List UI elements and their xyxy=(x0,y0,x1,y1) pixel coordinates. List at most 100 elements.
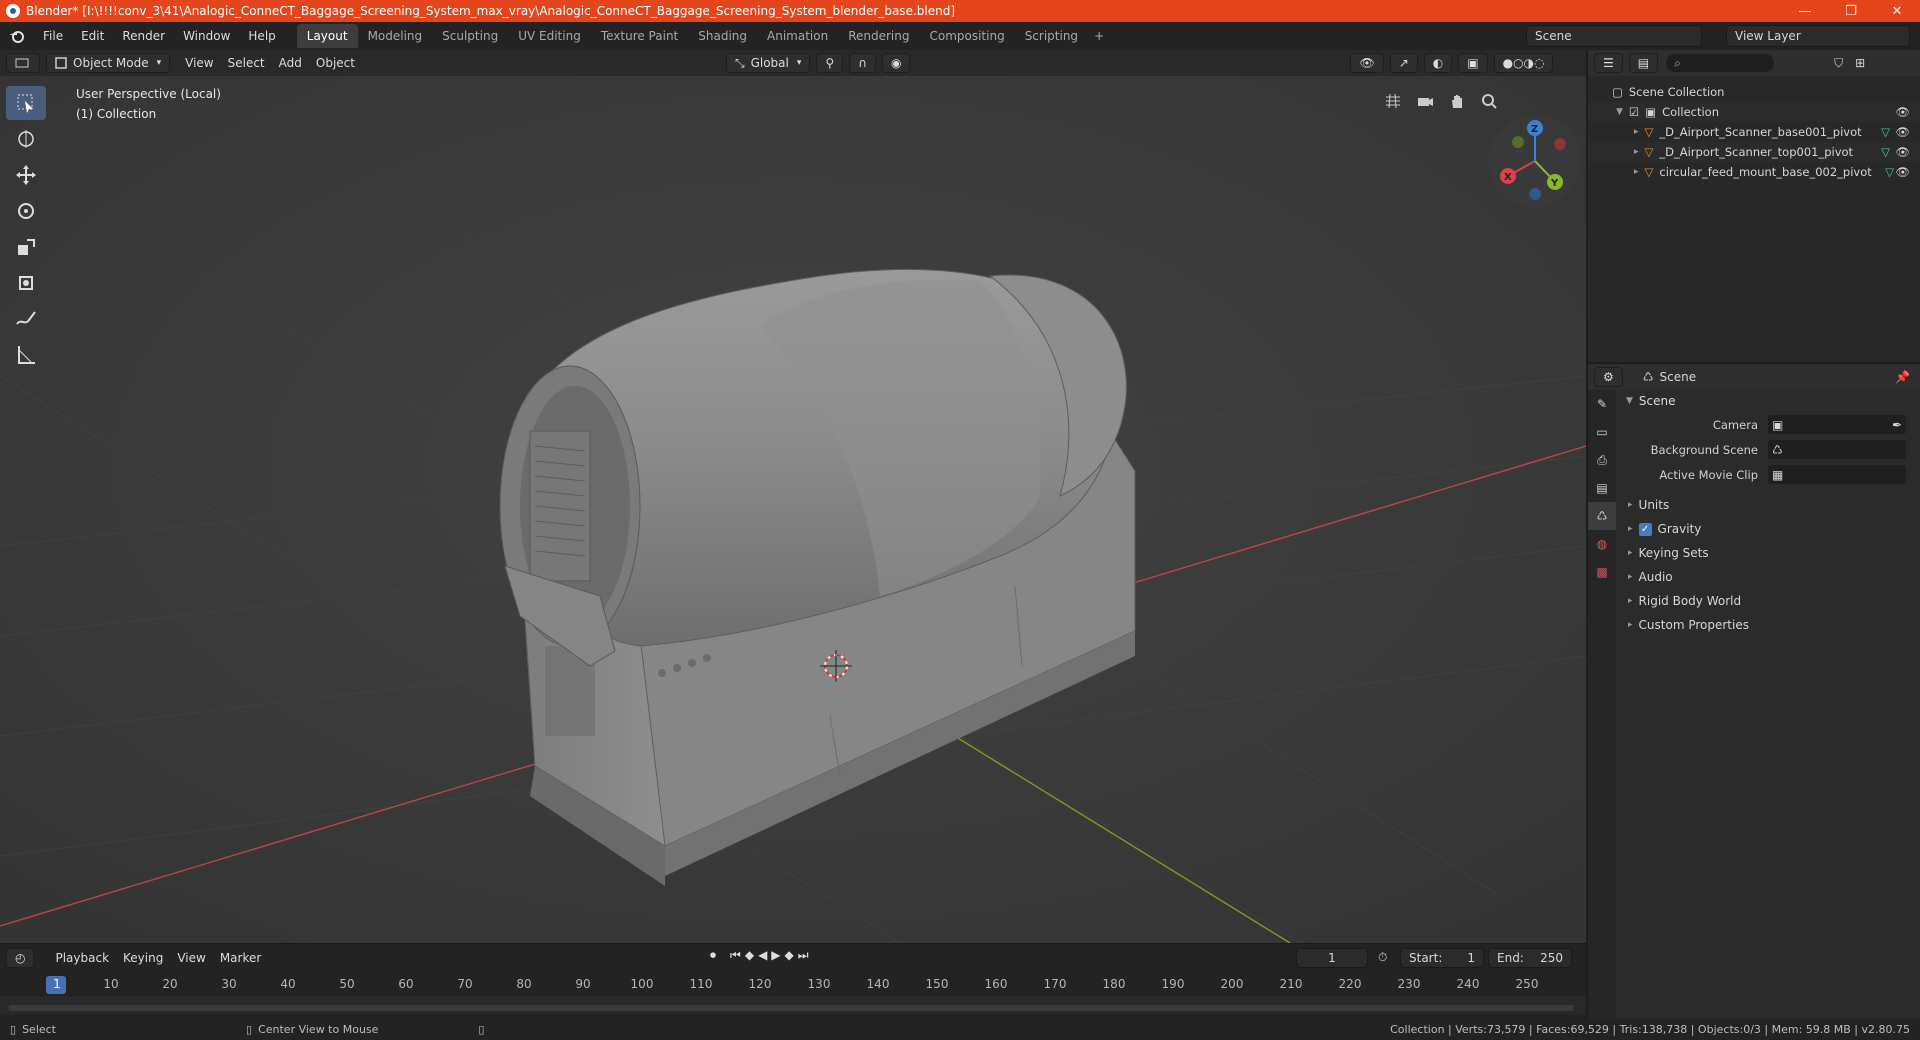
timeline-menu-keying[interactable]: Keying xyxy=(116,951,170,965)
expand-icon[interactable]: ▸ xyxy=(1634,167,1639,177)
visibility-eye-icon[interactable]: 👁 xyxy=(1895,145,1910,159)
gravity-panel[interactable]: ▸ ✓ Gravity xyxy=(1618,517,1920,541)
background-scene-field[interactable]: ♺ xyxy=(1768,440,1906,459)
overlay-toggle[interactable]: ◐ xyxy=(1423,53,1453,73)
display-mode-button[interactable]: ▤ xyxy=(1628,53,1659,73)
record-button[interactable]: ⏺ xyxy=(710,948,716,963)
ortho-toggle[interactable] xyxy=(1380,88,1406,114)
timeline-menu-playback[interactable]: Playback xyxy=(48,951,116,965)
eyedropper-icon[interactable]: ✒ xyxy=(1892,418,1902,432)
visibility-eye-icon[interactable]: 👁 xyxy=(1895,165,1910,179)
tab-output[interactable]: ⎙ xyxy=(1588,446,1616,474)
gravity-checkbox[interactable]: ✓ xyxy=(1638,522,1652,536)
tab-tool[interactable]: ✎ xyxy=(1588,390,1616,418)
tab-texture-paint[interactable]: Texture Paint xyxy=(591,24,688,48)
scene-panel-header[interactable]: ▼ Scene xyxy=(1618,390,1920,412)
viewport-menu-select[interactable]: Select xyxy=(221,56,272,70)
tab-sculpting[interactable]: Sculpting xyxy=(432,24,508,48)
measure-tool[interactable] xyxy=(6,338,46,372)
next-keyframe-button[interactable]: ◆ xyxy=(785,948,794,963)
new-collection-icon[interactable]: ⊞ xyxy=(1855,56,1865,70)
outliner-row-object[interactable]: ▸ ▽ _D_Airport_Scanner_base001_pivot ▽ 👁 xyxy=(1588,122,1920,142)
jump-end-button[interactable]: ⏭ xyxy=(798,948,809,963)
menu-help[interactable]: Help xyxy=(239,29,284,43)
expand-icon[interactable]: ▸ xyxy=(1634,127,1639,137)
pan-view-button[interactable] xyxy=(1444,88,1470,114)
timeline-ruler[interactable]: 1 10 20 30 40 50 60 70 80 90 100 110 120… xyxy=(0,974,1586,996)
timeline-menu-marker[interactable]: Marker xyxy=(213,951,268,965)
minimize-button[interactable]: — xyxy=(1782,0,1828,22)
rigid-body-world-panel[interactable]: ▸ Rigid Body World xyxy=(1618,589,1920,613)
camera-view-toggle[interactable] xyxy=(1412,88,1438,114)
mode-selector[interactable]: Object Mode ▾ xyxy=(46,53,171,73)
rotate-tool[interactable] xyxy=(6,194,46,228)
tab-animation[interactable]: Animation xyxy=(757,24,838,48)
properties-editor-type-button[interactable]: ⚙ xyxy=(1594,367,1623,387)
tab-compositing[interactable]: Compositing xyxy=(919,24,1014,48)
blender-menu-icon[interactable] xyxy=(8,29,26,43)
visibility-eye-icon[interactable]: 👁 xyxy=(1895,125,1910,139)
gizmo-neg-x[interactable] xyxy=(1554,138,1566,150)
filter-icon[interactable]: ⛉ xyxy=(1834,56,1843,71)
close-button[interactable]: ✕ xyxy=(1874,0,1920,22)
gizmo-toggle[interactable]: ↗ xyxy=(1389,53,1418,73)
maximize-button[interactable]: ❐ xyxy=(1828,0,1874,22)
3d-viewport[interactable]: X Y Z Object Mode ▾ View Select Add Obje… xyxy=(0,50,1586,943)
move-tool[interactable] xyxy=(6,158,46,192)
custom-properties-panel[interactable]: ▸ Custom Properties xyxy=(1618,613,1920,637)
tab-modeling[interactable]: Modeling xyxy=(358,24,433,48)
tab-scene[interactable]: ♺ xyxy=(1588,502,1616,530)
pin-icon[interactable]: 📌 xyxy=(1895,370,1910,384)
viewport-menu-add[interactable]: Add xyxy=(272,56,309,70)
outliner-search-input[interactable]: ⌕ xyxy=(1666,54,1775,72)
outliner-row-collection[interactable]: ▼ ☑ ▣ Collection 👁 xyxy=(1588,102,1920,122)
end-frame-field[interactable]: End: 250 xyxy=(1488,948,1572,968)
tab-layout[interactable]: Layout xyxy=(296,24,358,48)
tab-world[interactable]: ◍ xyxy=(1588,530,1616,558)
menu-render[interactable]: Render xyxy=(113,29,174,43)
timeline-scrollbar[interactable] xyxy=(8,1005,1574,1011)
gizmo-neg-y[interactable] xyxy=(1512,136,1524,148)
xray-toggle[interactable]: ▣ xyxy=(1458,53,1488,73)
current-frame-field[interactable]: 1 xyxy=(1296,948,1368,968)
select-box-tool[interactable] xyxy=(6,86,46,120)
visibility-button[interactable]: 👁 xyxy=(1350,53,1384,73)
cursor-tool[interactable] xyxy=(6,122,46,156)
keying-sets-panel[interactable]: ▸ Keying Sets xyxy=(1618,541,1920,565)
viewport-menu-view[interactable]: View xyxy=(178,56,220,70)
navigation-gizmo[interactable]: X Y Z xyxy=(1489,115,1581,207)
snap-toggle[interactable]: ∩ xyxy=(849,53,876,73)
play-button[interactable]: ▶ xyxy=(771,948,780,963)
camera-field[interactable]: ▣ ✒ xyxy=(1768,415,1906,434)
scene-selector[interactable]: Scene xyxy=(1526,25,1702,47)
expand-icon[interactable]: ▸ xyxy=(1634,147,1639,157)
viewport-menu-object[interactable]: Object xyxy=(309,56,362,70)
pivot-point-button[interactable]: ⚲ xyxy=(816,53,844,73)
stopwatch-icon[interactable]: ⏱ xyxy=(1378,950,1387,965)
checkbox-icon[interactable]: ☑ xyxy=(1629,105,1639,119)
expand-icon[interactable]: ▼ xyxy=(1616,107,1623,117)
tab-shading[interactable]: Shading xyxy=(688,24,757,48)
transform-tool[interactable] xyxy=(6,266,46,300)
editor-type-button[interactable] xyxy=(6,53,40,73)
timeline-editor-type-button[interactable]: ◴ xyxy=(6,948,35,968)
add-workspace-button[interactable]: + xyxy=(1088,24,1110,48)
tab-view-layer[interactable]: ▤ xyxy=(1588,474,1616,502)
viewport-canvas[interactable]: X Y Z xyxy=(0,76,1586,943)
audio-panel[interactable]: ▸ Audio xyxy=(1618,565,1920,589)
outliner-row-scene-collection[interactable]: ▢ Scene Collection xyxy=(1588,82,1920,102)
timeline-menu-view[interactable]: View xyxy=(170,951,212,965)
visibility-eye-icon[interactable]: 👁 xyxy=(1895,105,1910,119)
menu-window[interactable]: Window xyxy=(174,29,239,43)
gizmo-neg-z[interactable] xyxy=(1529,188,1541,200)
movie-clip-field[interactable]: ▦ xyxy=(1768,465,1906,484)
outliner-row-object[interactable]: ▸ ▽ circular_feed_mount_base_002_pivot ▽… xyxy=(1588,162,1920,182)
timeline-track-area[interactable] xyxy=(0,996,1586,1014)
tab-uv-editing[interactable]: UV Editing xyxy=(508,24,591,48)
zoom-view-button[interactable] xyxy=(1476,88,1502,114)
prev-keyframe-button[interactable]: ◆ xyxy=(745,948,754,963)
transform-orientation-selector[interactable]: ⤡ Global ▾ xyxy=(725,53,811,73)
outliner-row-object[interactable]: ▸ ▽ _D_Airport_Scanner_top001_pivot ▽ 👁 xyxy=(1588,142,1920,162)
tab-texture[interactable]: ▩ xyxy=(1588,558,1616,586)
units-panel[interactable]: ▸ Units xyxy=(1618,493,1920,517)
